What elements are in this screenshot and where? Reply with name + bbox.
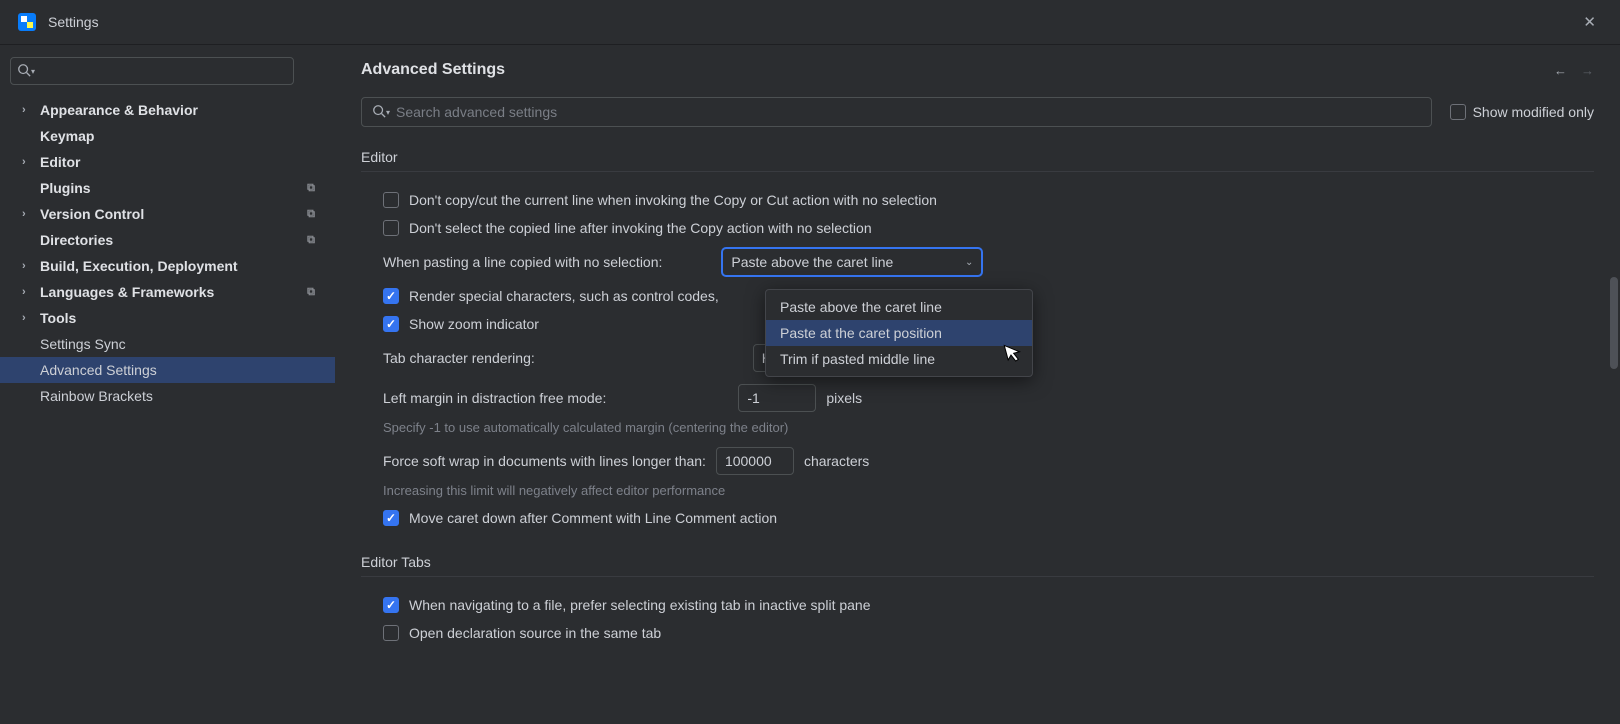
page-title: Advanced Settings [361,61,505,79]
left-margin-unit: pixels [826,390,862,406]
project-marker-icon: ⧉ [307,182,323,195]
sidebar-item-rainbow-brackets[interactable]: ›Rainbow Brackets [0,383,335,409]
sidebar-item-languages[interactable]: ›Languages & Frameworks⧉ [0,279,335,305]
sidebar-item-directories[interactable]: ›Directories⧉ [0,227,335,253]
chevron-right-icon: › [22,104,36,116]
title-bar: Settings ✕ [0,0,1620,45]
left-margin-label: Left margin in distraction free mode: [383,390,606,406]
search-icon [17,63,31,80]
checkbox-unchecked[interactable] [1450,104,1466,120]
chevron-right-icon: › [22,260,36,272]
paste-dropdown-value: Paste above the caret line [731,254,893,270]
dont-select-label: Don't select the copied line after invok… [409,220,872,236]
render-special-checkbox[interactable] [383,288,399,304]
section-editor-tabs-heading: Editor Tabs [361,554,1594,577]
chevron-down-icon: ▾ [31,67,35,76]
sidebar-item-build[interactable]: ›Build, Execution, Deployment [0,253,335,279]
forward-arrow-icon: → [1581,63,1594,78]
sidebar-search[interactable]: ▾ [10,57,294,85]
paste-option-trim[interactable]: Trim if pasted middle line [766,346,1032,372]
search-icon [372,104,386,121]
soft-wrap-input[interactable] [716,447,794,475]
project-marker-icon: ⧉ [307,208,323,221]
sidebar-item-settings-sync[interactable]: ›Settings Sync [0,331,335,357]
nav-prefer-label: When navigating to a file, prefer select… [409,597,871,613]
paste-option-above[interactable]: Paste above the caret line [766,294,1032,320]
chevron-right-icon: › [22,208,36,220]
show-zoom-checkbox[interactable] [383,316,399,332]
back-arrow-icon[interactable]: ← [1554,63,1567,78]
chevron-down-icon: ⌄ [965,257,973,268]
soft-wrap-label: Force soft wrap in documents with lines … [383,453,706,469]
render-special-label: Render special characters, such as contr… [409,288,719,304]
sidebar-item-plugins[interactable]: ›Plugins⧉ [0,175,335,201]
soft-wrap-unit: characters [804,453,869,469]
soft-wrap-hint: Increasing this limit will negatively af… [361,481,1594,504]
project-marker-icon: ⧉ [307,286,323,299]
tab-char-label: Tab character rendering: [383,350,535,366]
sidebar-item-advanced-settings[interactable]: ›Advanced Settings [0,357,335,383]
app-icon [18,13,36,31]
open-decl-checkbox[interactable] [383,625,399,641]
nav-prefer-checkbox[interactable] [383,597,399,613]
move-caret-label: Move caret down after Comment with Line … [409,510,777,526]
sidebar-item-appearance[interactable]: ›Appearance & Behavior [0,97,335,123]
open-decl-label: Open declaration source in the same tab [409,625,661,641]
scrollbar-thumb[interactable] [1610,277,1618,369]
dont-copy-cut-checkbox[interactable] [383,192,399,208]
dont-copy-cut-label: Don't copy/cut the current line when inv… [409,192,937,208]
chevron-down-icon: ▾ [386,108,390,117]
chevron-right-icon: › [22,312,36,324]
show-zoom-label: Show zoom indicator [409,316,539,332]
chevron-right-icon: › [22,156,36,168]
left-margin-hint: Specify -1 to use automatically calculat… [361,418,1594,441]
show-modified-label: Show modified only [1473,104,1594,120]
sidebar-tree: ›Appearance & Behavior ›Keymap ›Editor ›… [0,97,335,409]
left-margin-input[interactable] [738,384,816,412]
chevron-right-icon: › [22,286,36,298]
window-title: Settings [48,14,99,30]
advanced-search-field[interactable] [396,104,1421,120]
paste-dropdown[interactable]: Paste above the caret line ⌄ [722,248,982,276]
sidebar: ▾ ›Appearance & Behavior ›Keymap ›Editor… [0,45,335,724]
sidebar-item-tools[interactable]: ›Tools [0,305,335,331]
paste-dropdown-popup: Paste above the caret line Paste at the … [765,289,1033,377]
section-editor-heading: Editor [361,149,1594,172]
close-icon[interactable]: ✕ [1577,9,1602,35]
sidebar-item-keymap[interactable]: ›Keymap [0,123,335,149]
content-pane: Advanced Settings ← → ▾ Show modified on… [335,45,1620,724]
move-caret-checkbox[interactable] [383,510,399,526]
project-marker-icon: ⧉ [307,234,323,247]
sidebar-item-editor[interactable]: ›Editor [0,149,335,175]
advanced-search-input[interactable]: ▾ [361,97,1432,127]
sidebar-item-version-control[interactable]: ›Version Control⧉ [0,201,335,227]
paste-label: When pasting a line copied with no selec… [383,254,662,270]
dont-select-checkbox[interactable] [383,220,399,236]
show-modified-checkbox[interactable]: Show modified only [1450,104,1594,120]
paste-option-caret[interactable]: Paste at the caret position [766,320,1032,346]
